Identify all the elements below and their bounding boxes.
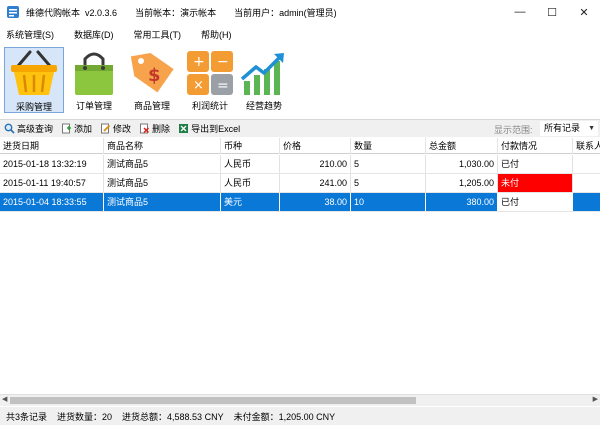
dropdown-arrow-icon: ▼ <box>588 125 595 132</box>
scroll-right-arrow-icon[interactable]: ▶ <box>593 395 598 403</box>
svg-text:$: $ <box>148 65 161 86</box>
column-header-qty[interactable]: 数量 <box>351 138 426 154</box>
cell-payment: 已付 <box>498 155 573 173</box>
menu-tools[interactable]: 常用工具(T) <box>134 28 182 41</box>
status-record-count: 共3条记录 <box>6 411 48 422</box>
add-button[interactable]: 添加 <box>61 122 92 135</box>
scrollbar-thumb[interactable] <box>10 397 416 404</box>
excel-icon <box>179 124 189 133</box>
cell-total: 380.00 <box>426 193 498 211</box>
export-excel-button[interactable]: 导出到Excel <box>178 122 240 135</box>
cell-date: 2015-01-11 19:40:57 <box>0 174 104 192</box>
trend-chart-icon <box>240 53 284 95</box>
table-header: 进货日期 商品名称 币种 价格 数量 总金额 付款情况 联系人 <box>0 138 600 154</box>
toolbar-label: 订单管理 <box>75 101 112 111</box>
edit-button[interactable]: 修改 <box>100 122 131 135</box>
cell-contact <box>573 155 600 173</box>
toolbar-products-button[interactable]: $ 商品管理 <box>122 47 182 113</box>
purchase-table: 进货日期 商品名称 币种 价格 数量 总金额 付款情况 联系人 2015-01-… <box>0 138 600 394</box>
horizontal-scrollbar[interactable]: ◀ ▶ <box>0 394 600 406</box>
range-label: 显示范围: <box>494 125 533 135</box>
cell-qty: 5 <box>351 174 426 192</box>
cell-total: 1,030.00 <box>426 155 498 173</box>
cell-currency: 人民币 <box>221 174 280 192</box>
menu-help[interactable]: 帮助(H) <box>201 28 232 41</box>
cell-product: 测试商品5 <box>104 155 221 173</box>
calculator-icon: + − × = <box>187 51 233 95</box>
title-bar: 维德代购帐本 v2.0.3.6 当前帐本：演示帐本 当前用户：admin(管理员… <box>0 0 600 24</box>
app-title: 维德代购帐本 v2.0.3.6 <box>26 7 118 18</box>
column-header-payment[interactable]: 付款情况 <box>498 138 573 154</box>
delete-button[interactable]: 删除 <box>139 122 170 135</box>
column-header-currency[interactable]: 币种 <box>221 138 280 154</box>
status-purchase-total: 进货总额：4,588.53 CNY <box>122 411 224 422</box>
cell-price: 241.00 <box>280 174 351 192</box>
maximize-button[interactable]: ☐ <box>536 0 568 24</box>
status-unpaid-amount: 未付金额：1,205.00 CNY <box>233 411 336 422</box>
cell-contact <box>573 193 600 211</box>
add-document-icon <box>62 123 72 134</box>
status-purchase-qty: 进货数量：20 <box>57 411 113 422</box>
cell-currency: 人民币 <box>221 155 280 173</box>
menu-system[interactable]: 系统管理(S) <box>6 28 54 41</box>
delete-icon <box>140 123 150 134</box>
cell-payment: 已付 <box>498 193 573 211</box>
current-book: 当前帐本：演示帐本 <box>135 7 217 18</box>
toolbar-label: 利润统计 <box>191 101 228 111</box>
price-tag-icon: $ <box>130 52 174 93</box>
shopping-bag-icon <box>75 52 113 95</box>
toolbar-label: 经营趋势 <box>245 101 282 111</box>
svg-text:−: − <box>217 54 229 70</box>
minimize-button[interactable]: — <box>504 0 536 24</box>
cell-qty: 10 <box>351 193 426 211</box>
toolbar-label: 商品管理 <box>133 101 170 111</box>
toolbar-profit-button[interactable]: + − × = 利润统计 <box>180 47 240 113</box>
toolbar-purchase-button[interactable]: 采购管理 <box>4 47 64 113</box>
table-row[interactable]: 2015-01-11 19:40:57 测试商品5 人民币 241.00 5 1… <box>0 174 600 193</box>
toolbar-label: 采购管理 <box>15 102 52 112</box>
table-row[interactable]: 2015-01-18 13:32:19 测试商品5 人民币 210.00 5 1… <box>0 155 600 174</box>
current-user: 当前用户：admin(管理员) <box>234 7 337 18</box>
app-logo-icon <box>6 5 20 19</box>
column-header-price[interactable]: 价格 <box>280 138 351 154</box>
cell-total: 1,205.00 <box>426 174 498 192</box>
cell-date: 2015-01-18 13:32:19 <box>0 155 104 173</box>
cell-currency: 美元 <box>221 193 280 211</box>
status-bar: 共3条记录 进货数量：20 进货总额：4,588.53 CNY 未付金额：1,2… <box>0 407 600 425</box>
cell-price: 210.00 <box>280 155 351 173</box>
close-button[interactable]: ✕ <box>568 0 600 24</box>
svg-text:×: × <box>193 78 204 93</box>
toolbar-trend-button[interactable]: 经营趋势 <box>234 47 294 113</box>
svg-text:=: = <box>217 78 229 94</box>
shopping-basket-icon <box>11 50 57 95</box>
column-header-total[interactable]: 总金额 <box>426 138 498 154</box>
svg-text:+: + <box>193 54 205 70</box>
advanced-search-button[interactable]: 高级查询 <box>4 122 53 135</box>
cell-qty: 5 <box>351 155 426 173</box>
menu-bar: 系统管理(S) 数据库(D) 常用工具(T) 帮助(H) <box>0 24 600 44</box>
menu-database[interactable]: 数据库(D) <box>74 28 114 41</box>
scroll-left-arrow-icon[interactable]: ◀ <box>2 395 7 403</box>
toolbar-orders-button[interactable]: 订单管理 <box>64 47 124 113</box>
cell-product: 测试商品5 <box>104 174 221 192</box>
cell-contact <box>573 174 600 192</box>
main-toolbar: 采购管理 订单管理 $ 商品管理 + − × = 利润统计 经营趋势 <box>0 45 600 117</box>
table-row-selected[interactable]: 2015-01-04 18:33:55 测试商品5 美元 38.00 10 38… <box>0 193 600 212</box>
column-header-date[interactable]: 进货日期 <box>0 138 104 154</box>
magnifier-icon <box>4 123 15 134</box>
column-header-contact[interactable]: 联系人 <box>573 138 600 154</box>
column-header-product[interactable]: 商品名称 <box>104 138 221 154</box>
cell-payment-unpaid: 未付 <box>498 174 573 192</box>
action-bar: 高级查询 添加 修改 删除 导出到Excel 显示范围: 所有记录 ▼ <box>0 119 600 137</box>
range-select[interactable]: 所有记录 ▼ <box>540 121 598 136</box>
cell-date: 2015-01-04 18:33:55 <box>0 193 104 211</box>
edit-pencil-icon <box>101 123 111 134</box>
cell-product: 测试商品5 <box>104 193 221 211</box>
cell-price: 38.00 <box>280 193 351 211</box>
